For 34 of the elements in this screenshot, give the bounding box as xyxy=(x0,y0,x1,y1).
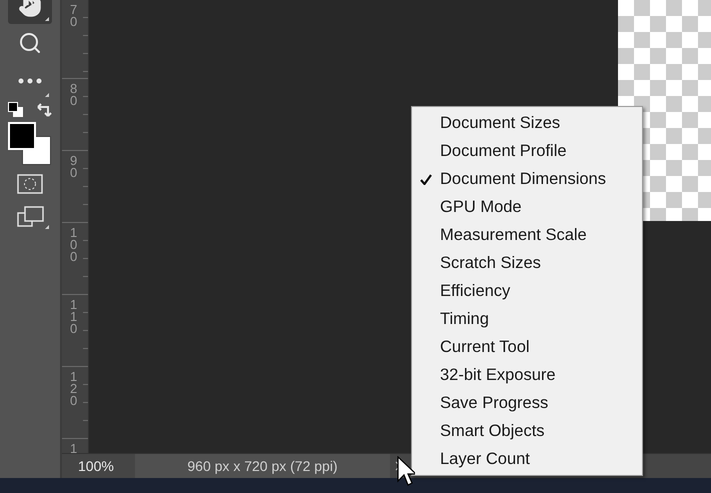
quick-mask-icon xyxy=(17,174,43,194)
ruler-label: 110 xyxy=(70,299,78,335)
menu-item[interactable]: Document Dimensions xyxy=(412,165,642,193)
mouse-cursor xyxy=(397,456,415,486)
corner-triangle-icon xyxy=(45,225,49,229)
menu-item[interactable]: Efficiency xyxy=(412,277,642,305)
ruler-label: 70 xyxy=(70,4,78,28)
menu-item[interactable]: Timing xyxy=(412,305,642,333)
corner-triangle-icon xyxy=(45,17,49,21)
menu-item[interactable]: Smart Objects xyxy=(412,417,642,445)
menu-item[interactable]: Save Progress xyxy=(412,389,642,417)
menu-item[interactable]: GPU Mode xyxy=(412,193,642,221)
ruler-label: 120 xyxy=(70,371,78,407)
zoom-level: 100% xyxy=(77,458,115,474)
ellipsis-icon xyxy=(18,78,42,84)
ruler-label: 1 xyxy=(70,443,78,453)
menu-item[interactable]: 32-bit Exposure xyxy=(412,361,642,389)
menu-item[interactable]: Layer Count xyxy=(412,445,642,473)
hand-icon xyxy=(18,0,42,18)
ruler-label: 80 xyxy=(70,83,78,107)
menu-item[interactable]: Scratch Sizes xyxy=(412,249,642,277)
corner-triangle-icon xyxy=(45,93,49,97)
default-colors-icon[interactable] xyxy=(8,102,24,118)
menu-item[interactable]: Document Profile xyxy=(412,137,642,165)
document-info: 960 px x 720 px (72 ppi) xyxy=(135,454,390,478)
menu-item[interactable]: Measurement Scale xyxy=(412,221,642,249)
color-swatches-icon[interactable] xyxy=(8,122,52,168)
screen-mode-icon xyxy=(16,206,44,226)
ruler-label: 100 xyxy=(70,227,78,263)
ruler-label: 90 xyxy=(70,155,78,179)
menu-item[interactable]: Current Tool xyxy=(412,333,642,361)
menu-item[interactable]: Document Sizes xyxy=(412,109,642,137)
swap-arrows-icon[interactable] xyxy=(36,101,52,119)
search-icon xyxy=(18,31,42,55)
